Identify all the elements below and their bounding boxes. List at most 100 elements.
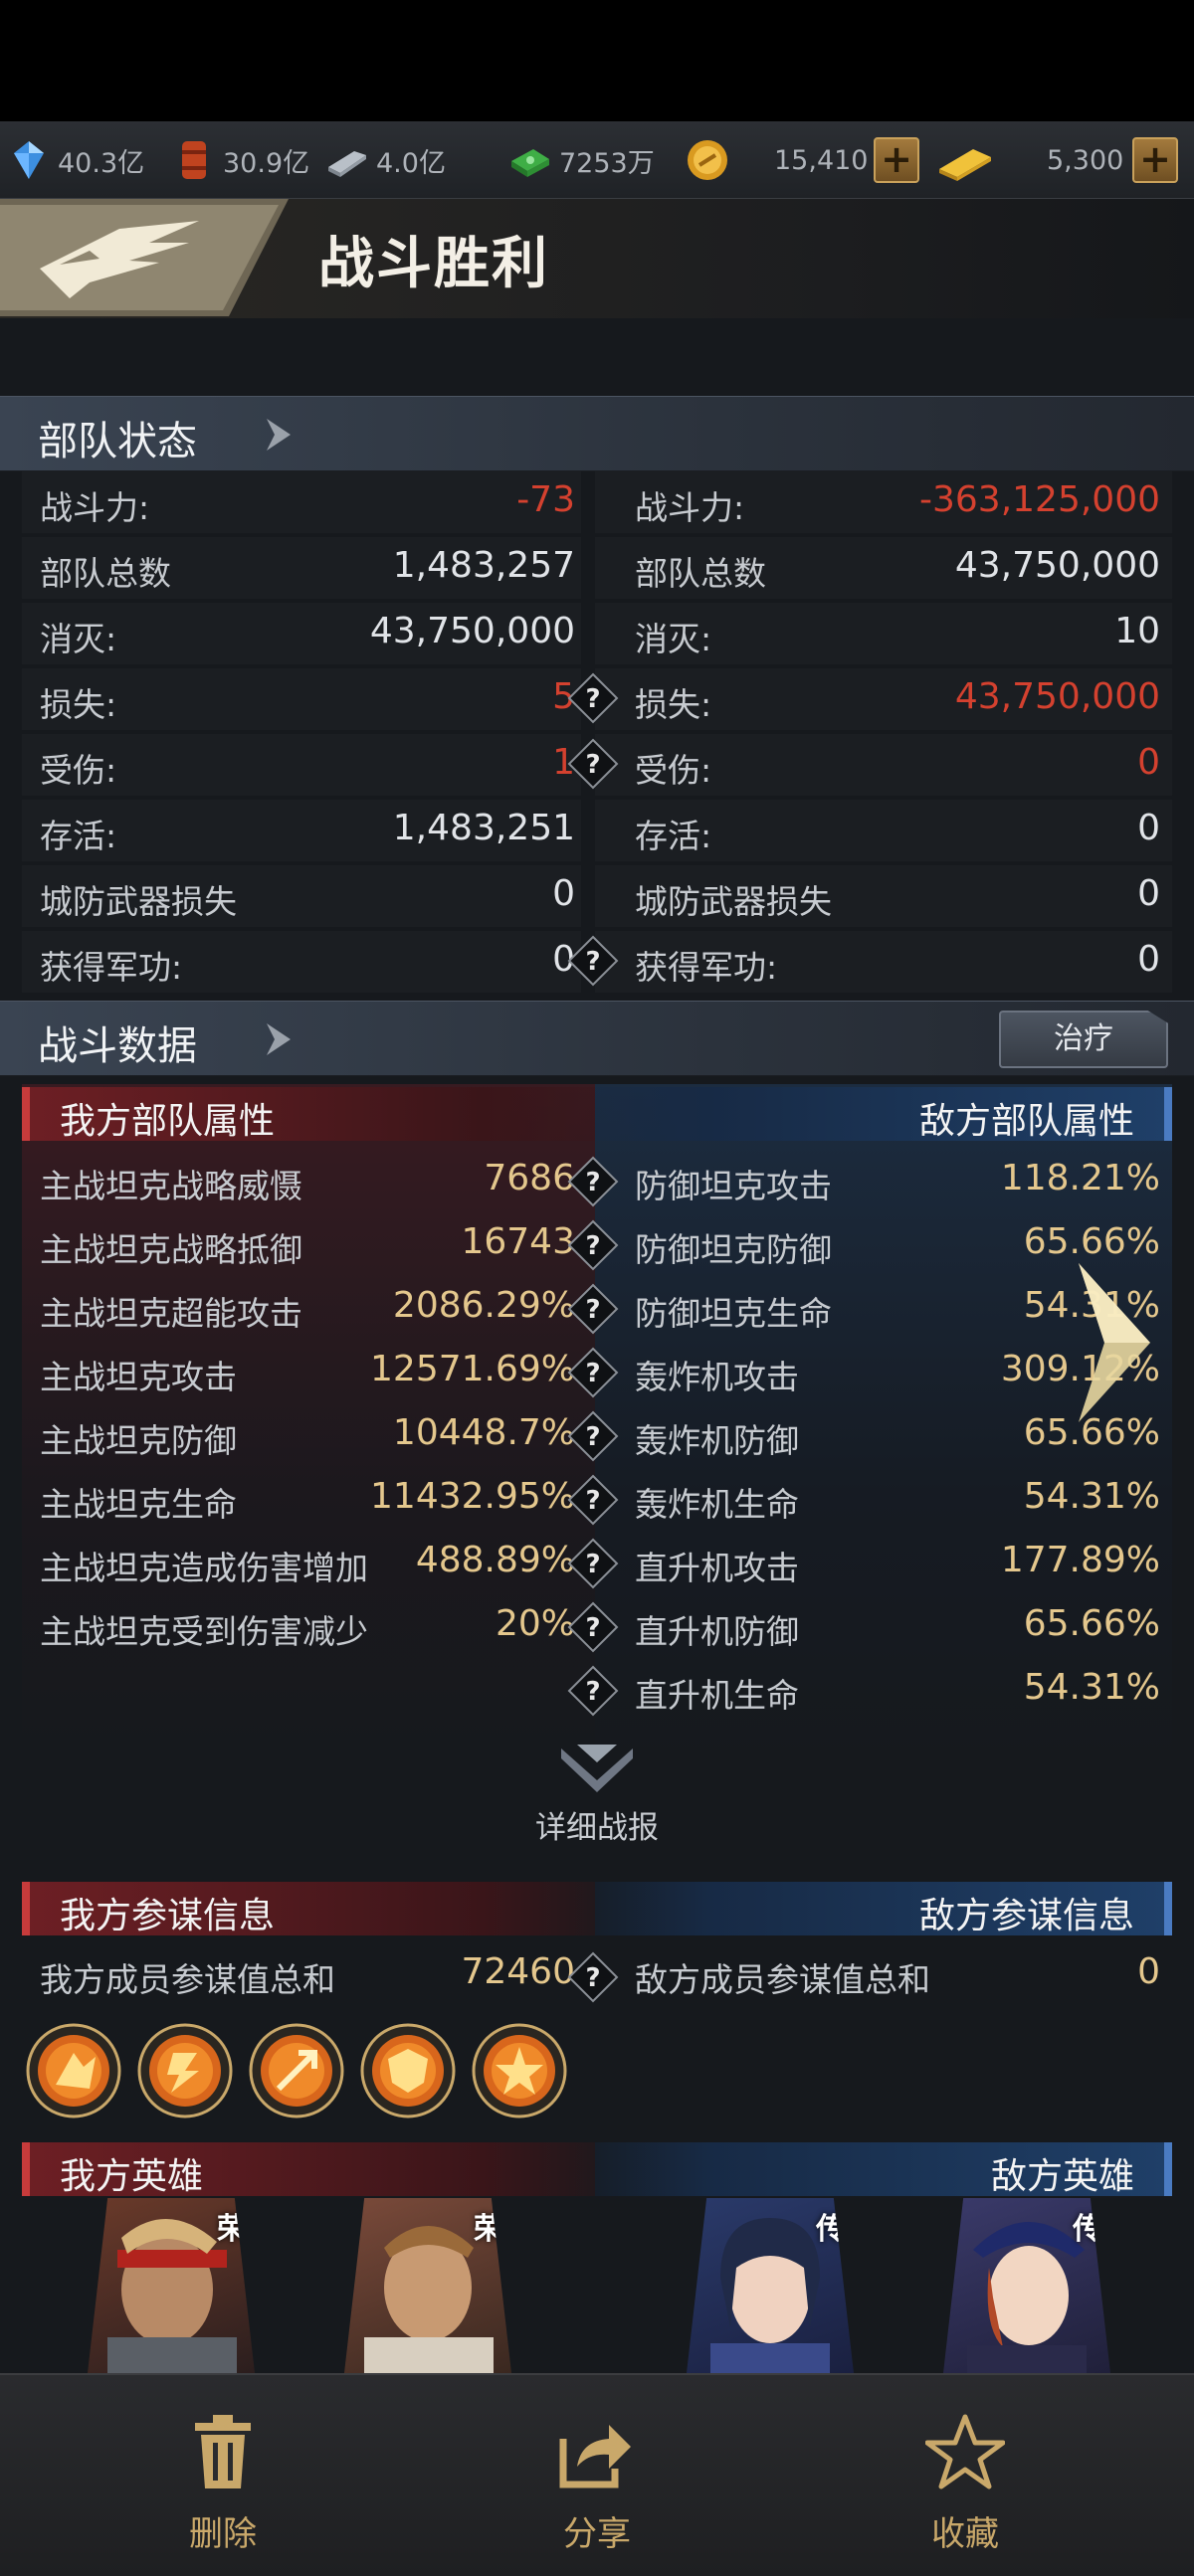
my-stat-label: 损失: bbox=[40, 685, 117, 724]
rarity-badge: 传 bbox=[816, 2212, 846, 2247]
svg-text:?: ? bbox=[585, 1231, 600, 1261]
gold-bar-icon bbox=[939, 149, 991, 181]
next-page-arrow-icon[interactable] bbox=[1075, 1263, 1154, 1422]
resource-gold-bar bbox=[933, 121, 1003, 199]
enemy-heroes-band: 敌方英雄 bbox=[595, 2142, 1172, 2197]
svg-text:?: ? bbox=[585, 1295, 600, 1325]
svg-text:?: ? bbox=[585, 1168, 600, 1197]
my-stat-value: 1,483,251 bbox=[392, 808, 575, 848]
shield-skill-icon[interactable] bbox=[360, 2023, 456, 2118]
enemy-attribute-value: 54.31% bbox=[1023, 1476, 1160, 1517]
enemy-hero-portrait[interactable]: 传 bbox=[943, 2198, 1110, 2373]
enemy-stat-value: 10 bbox=[1114, 611, 1160, 651]
my-attribute-value: 10448.7% bbox=[392, 1412, 575, 1453]
sword-skill-icon[interactable] bbox=[249, 2023, 344, 2118]
help-icon[interactable]: ? bbox=[567, 1219, 619, 1271]
help-icon[interactable]: ? bbox=[567, 1347, 619, 1398]
enemy-attribute-label: 轰炸机生命 bbox=[635, 1485, 799, 1524]
detailed-report-label: 详细战报 bbox=[535, 1810, 659, 1846]
enemy-attribute-label: 直升机生命 bbox=[635, 1676, 799, 1715]
enemy-attribute-value: 54.31% bbox=[1023, 1667, 1160, 1708]
my-stat-value: 1,483,257 bbox=[392, 545, 575, 586]
my-hero-portrait[interactable]: 荣 bbox=[88, 2198, 255, 2373]
my-attribute-value: 16743 bbox=[461, 1221, 575, 1262]
crystal-icon bbox=[14, 141, 44, 179]
svg-text:?: ? bbox=[585, 1550, 600, 1579]
help-icon[interactable]: ? bbox=[567, 1474, 619, 1526]
troop-status-row: 损失: 5 损失: 43,750,000? bbox=[22, 668, 1172, 734]
steel-bar-icon bbox=[328, 151, 366, 177]
heal-button[interactable]: 治疗 bbox=[999, 1011, 1168, 1068]
my-attribute-label: 主战坦克战略抵御 bbox=[40, 1230, 302, 1269]
help-icon[interactable]: ? bbox=[567, 1538, 619, 1589]
my-attributes-band: 我方部队属性 bbox=[22, 1087, 595, 1142]
troop-status-row: 部队总数 1,483,257 部队总数 43,750,000 bbox=[22, 537, 1172, 603]
my-stat-value: 43,750,000 bbox=[369, 611, 575, 651]
delete-button[interactable]: 删除 bbox=[123, 2407, 322, 2556]
enemy-attribute-label: 直升机防御 bbox=[635, 1612, 799, 1651]
attribute-row: 主战坦克生命 11432.95%? 轰炸机生命 54.31% bbox=[22, 1470, 1172, 1534]
help-icon[interactable]: ? bbox=[567, 1601, 619, 1653]
troop-status-row: 受伤: 1 受伤: 0? bbox=[22, 734, 1172, 800]
resource-oil: 30.9亿 bbox=[171, 121, 309, 199]
attribute-row: 主战坦克超能攻击 2086.29%? 防御坦克生命 54.31% bbox=[22, 1279, 1172, 1343]
svg-text:?: ? bbox=[585, 1486, 600, 1516]
help-icon[interactable]: ? bbox=[567, 1156, 619, 1207]
help-icon[interactable]: ? bbox=[567, 738, 619, 790]
my-attribute-label: 主战坦克超能攻击 bbox=[40, 1294, 302, 1333]
boots-skill-icon[interactable] bbox=[26, 2023, 121, 2118]
favorite-button[interactable]: 收藏 bbox=[866, 2407, 1065, 2556]
attribute-row: 主战坦克攻击 12571.69%? 轰炸机攻击 309.12% bbox=[22, 1343, 1172, 1406]
attribute-row: 主战坦克防御 10448.7%? 轰炸机防御 65.66% bbox=[22, 1406, 1172, 1470]
svg-text:?: ? bbox=[585, 1677, 600, 1707]
counsellor-total-row: 我方成员参谋值总和 72460 ? 敌方成员参谋值总和 0 bbox=[22, 1945, 1172, 2009]
add-gold-coin-button[interactable]: + bbox=[874, 137, 919, 183]
enemy-attribute-label: 轰炸机防御 bbox=[635, 1421, 799, 1460]
enemy-stat-value: -363,125,000 bbox=[918, 479, 1160, 520]
help-icon[interactable]: ? bbox=[567, 1283, 619, 1335]
my-stat-label: 消灭: bbox=[40, 620, 117, 658]
enemy-hero-portrait[interactable]: 传 bbox=[687, 2198, 854, 2373]
my-attribute-label: 主战坦克造成伤害增加 bbox=[40, 1549, 368, 1587]
svg-text:?: ? bbox=[585, 750, 600, 780]
my-stat-label: 部队总数 bbox=[40, 554, 171, 593]
my-attribute-value: 12571.69% bbox=[370, 1349, 575, 1389]
enemy-stat-label: 获得军功: bbox=[635, 948, 778, 987]
enemy-stat-label: 部队总数 bbox=[635, 554, 766, 593]
enemy-stat-label: 损失: bbox=[635, 685, 712, 724]
enemy-stat-value: 0 bbox=[1137, 939, 1160, 980]
enemy-stat-value: 43,750,000 bbox=[954, 545, 1160, 586]
resource-gold-coin bbox=[685, 121, 736, 199]
eagle-emblem-icon bbox=[0, 199, 289, 316]
oil-barrel-icon bbox=[182, 141, 206, 179]
help-icon[interactable]: ? bbox=[567, 1665, 619, 1717]
page-title: 战斗胜利 bbox=[318, 232, 549, 296]
add-gold-bar-button[interactable]: + bbox=[1132, 137, 1178, 183]
my-attribute-label: 主战坦克攻击 bbox=[40, 1358, 237, 1396]
my-stat-label: 获得军功: bbox=[40, 948, 183, 987]
lightning-skill-icon[interactable] bbox=[137, 2023, 233, 2118]
chevron-right-icon bbox=[267, 419, 291, 451]
troop-status-header[interactable]: 部队状态 bbox=[0, 396, 1194, 471]
gold-bar-amount: 5,300 bbox=[1047, 144, 1124, 176]
troop-status-row: 存活: 1,483,251 存活: 0 bbox=[22, 800, 1172, 865]
help-icon[interactable]: ? bbox=[567, 1951, 619, 2003]
status-bar bbox=[0, 0, 1194, 121]
my-stat-value: 0 bbox=[552, 873, 575, 914]
delete-label: 删除 bbox=[189, 2514, 257, 2554]
help-icon[interactable]: ? bbox=[567, 935, 619, 987]
my-stat-value: -73 bbox=[516, 479, 575, 520]
enemy-attribute-label: 防御坦克防御 bbox=[635, 1230, 832, 1269]
double-chevron-down-icon bbox=[561, 1745, 633, 1792]
resource-crystal: 40.3亿 bbox=[6, 121, 144, 199]
help-icon[interactable]: ? bbox=[567, 1410, 619, 1462]
rarity-badge: 荣 bbox=[474, 2212, 503, 2247]
detailed-report-button[interactable]: 详细战报 bbox=[517, 1741, 677, 1846]
help-icon[interactable]: ? bbox=[567, 672, 619, 724]
share-button[interactable]: 分享 bbox=[498, 2407, 696, 2556]
enemy-attribute-label: 防御坦克生命 bbox=[635, 1294, 832, 1333]
star-icon bbox=[925, 2414, 1005, 2489]
resource-cash: 7253万 bbox=[507, 121, 655, 199]
burst-skill-icon[interactable] bbox=[472, 2023, 567, 2118]
my-hero-portrait[interactable]: 荣 bbox=[344, 2198, 511, 2373]
